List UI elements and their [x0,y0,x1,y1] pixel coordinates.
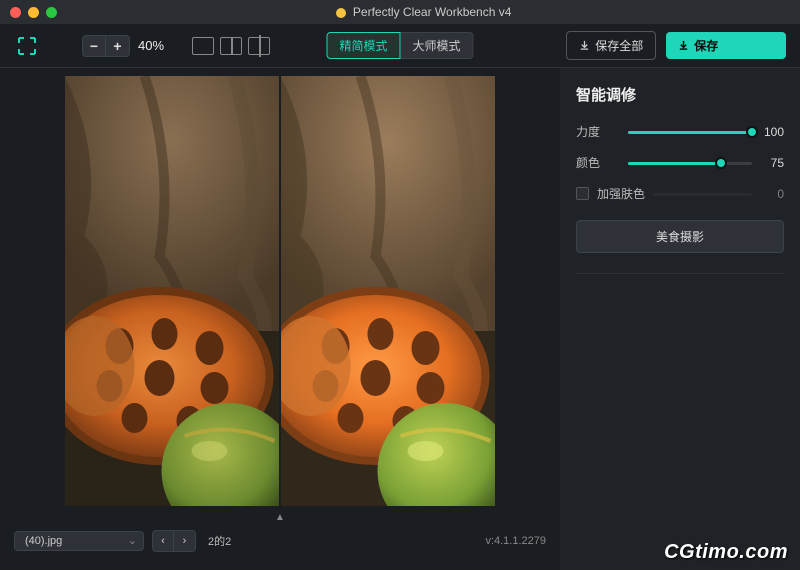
filmstrip-toggle-icon[interactable]: ▲ [275,512,285,523]
zoom-out-button[interactable]: − [82,35,106,57]
preview-before [65,76,279,506]
color-value: 75 [760,156,784,170]
skin-slider[interactable] [653,187,752,201]
strength-control: 力度 100 [576,123,784,140]
zoom-level: 40% [138,38,164,53]
skin-label: 加强肤色 [597,185,645,202]
window-title: Perfectly Clear Workbench v4 [57,5,790,19]
canvas-area: ▲ (40).jpg ‹ › 2的2 v:4.1.1.2279 [0,68,560,570]
window-controls [10,7,57,18]
skin-value: 0 [760,187,784,201]
preview-compare[interactable] [65,76,495,506]
mode-master-button[interactable]: 大师模式 [401,32,474,59]
close-window-icon[interactable] [10,7,21,18]
strength-slider[interactable] [628,125,752,139]
watermark: CGtimo.com [664,541,788,564]
app-icon [336,8,346,18]
fit-screen-button[interactable] [14,33,40,59]
download-icon [678,40,689,51]
skin-control: 加强肤色 0 [576,185,784,202]
skin-checkbox[interactable] [576,187,589,200]
preview-after [281,76,495,506]
mode-toggle: 精简模式 大师模式 [326,32,473,59]
strength-value: 100 [760,125,784,139]
zoom-in-button[interactable]: + [106,35,130,57]
mode-simple-button[interactable]: 精简模式 [326,32,400,59]
view-single-button[interactable] [192,37,214,55]
page-indicator: 2的2 [208,533,231,549]
strength-label: 力度 [576,123,620,140]
version-label: v:4.1.1.2279 [485,535,546,547]
crop-icon [17,36,37,56]
save-all-button[interactable]: 保存全部 [566,31,656,60]
panel-title: 智能调修 [576,84,784,105]
view-slider-button[interactable] [248,37,270,55]
color-control: 颜色 75 [576,154,784,171]
titlebar: Perfectly Clear Workbench v4 [0,0,800,24]
next-image-button[interactable]: › [174,530,196,552]
color-slider[interactable] [628,156,752,170]
color-label: 颜色 [576,154,620,171]
view-split-button[interactable] [220,37,242,55]
prev-image-button[interactable]: ‹ [152,530,174,552]
preset-button[interactable]: 美食摄影 [576,220,784,253]
download-icon [579,40,590,51]
panel-divider [576,273,784,274]
file-selector-dropdown[interactable]: (40).jpg [14,531,144,551]
save-button[interactable]: 保存 [666,32,786,59]
maximize-window-icon[interactable] [46,7,57,18]
minimize-window-icon[interactable] [28,7,39,18]
toolbar: − + 40% 精简模式 大师模式 ↶ ↷ 保存全部 保存 [0,24,800,68]
adjustments-panel: 智能调修 力度 100 颜色 75 加强肤色 0 美食摄影 [560,68,800,570]
